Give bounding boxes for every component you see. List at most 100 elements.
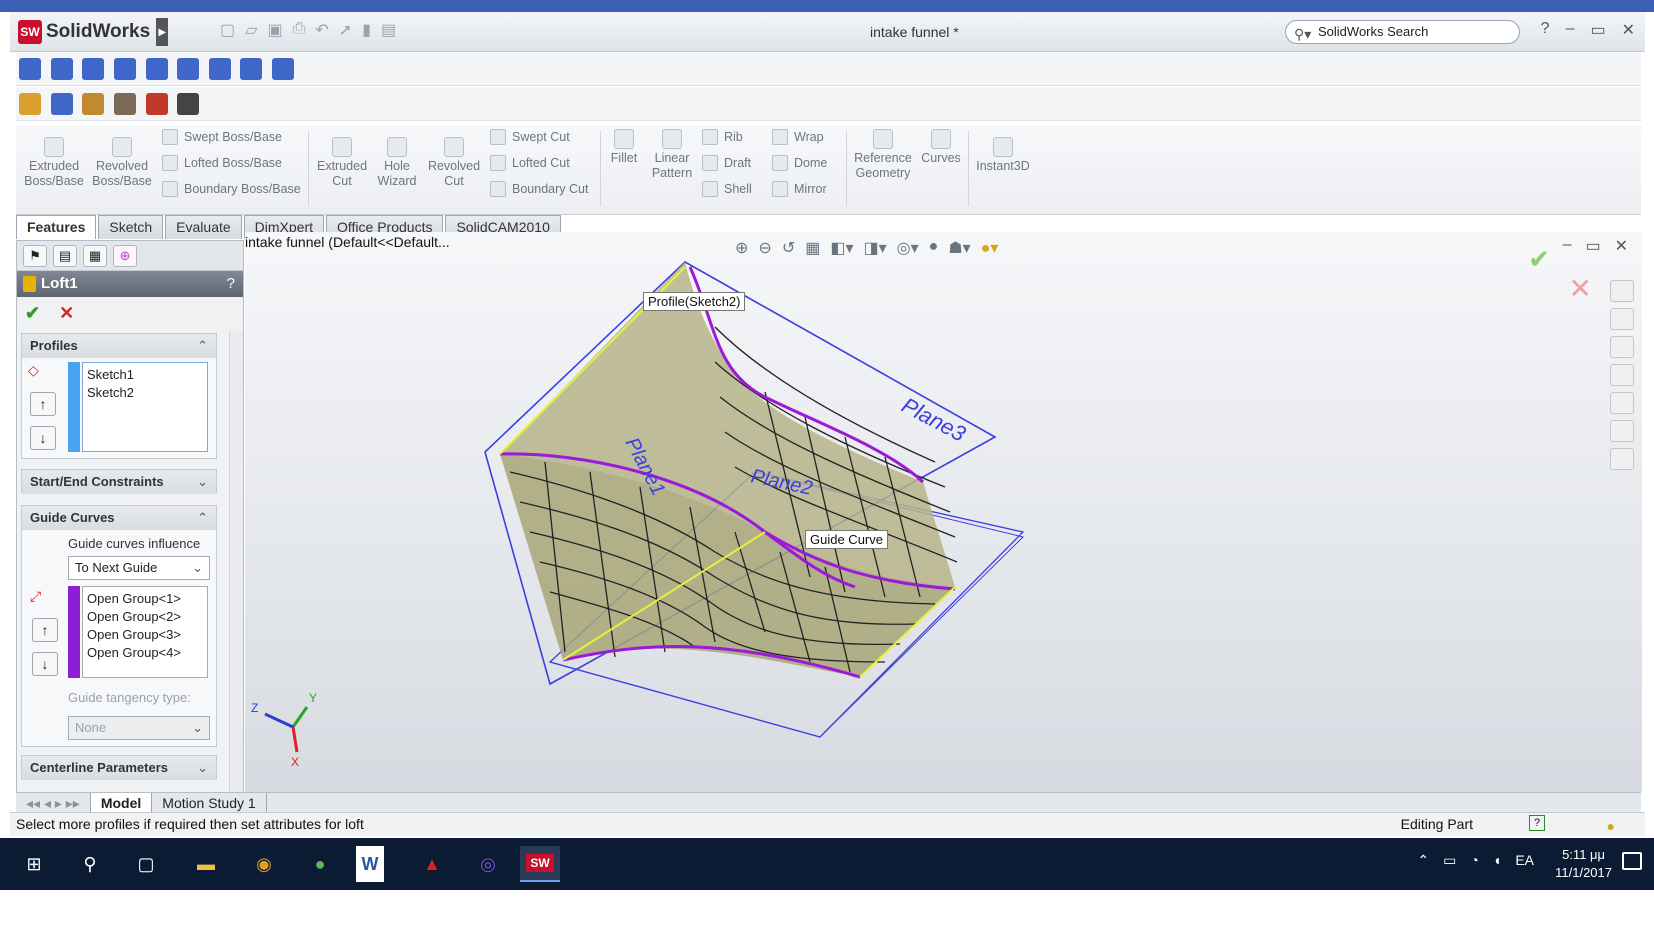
solidworks-resources-icon[interactable]: [1610, 280, 1634, 302]
undo-icon[interactable]: ↶: [315, 20, 328, 40]
move-up-button[interactable]: ↑: [30, 392, 56, 416]
pane-scrollbar[interactable]: [229, 331, 243, 829]
search-input[interactable]: ⚲▾ SolidWorks Search: [1285, 20, 1520, 44]
view-back-icon[interactable]: [50, 58, 73, 80]
status-help-icon[interactable]: ?: [1529, 815, 1545, 831]
revolved-boss-button[interactable]: Revolved Boss/Base: [91, 137, 153, 189]
cancel-button[interactable]: ✕: [59, 303, 74, 323]
help-icon[interactable]: ?: [1541, 20, 1550, 40]
graphics-area[interactable]: intake funnel (Default<<Default... ⊕ ⊖ ↺…: [245, 232, 1642, 792]
list-item[interactable]: Open Group<2>: [87, 608, 203, 626]
language-indicator[interactable]: EA: [1515, 852, 1534, 869]
tool-2-icon[interactable]: [50, 93, 73, 115]
chrome-icon[interactable]: ◉: [244, 846, 284, 882]
view-trimetric-icon[interactable]: [240, 58, 263, 80]
guide-curves-header[interactable]: Guide Curves ⌃: [22, 506, 216, 530]
list-item[interactable]: Sketch2: [87, 384, 203, 402]
property-manager-icon[interactable]: ▤: [53, 245, 77, 267]
feature-manager-icon[interactable]: ⚑: [23, 245, 47, 267]
confirm-ok-icon[interactable]: ✔: [1528, 244, 1550, 275]
search-icon[interactable]: ⚲: [70, 846, 110, 882]
swept-boss-button[interactable]: Swept Boss/Base: [162, 129, 282, 145]
revolved-cut-button[interactable]: Revolved Cut: [424, 137, 484, 189]
config-manager-icon[interactable]: ▦: [83, 245, 107, 267]
search-results-icon[interactable]: [1610, 364, 1634, 386]
model-view[interactable]: Plane3 Plane2 Plane1 Y Z X: [245, 232, 1642, 792]
tool-1-icon[interactable]: [19, 93, 41, 115]
list-item[interactable]: Open Group<1>: [87, 590, 203, 608]
expand-icon[interactable]: ⌄: [197, 470, 208, 494]
maximize-icon[interactable]: ▭: [1590, 20, 1605, 40]
view-bottom-icon[interactable]: [177, 58, 200, 80]
status-rebuild-icon[interactable]: ●: [1607, 815, 1615, 837]
tab-evaluate[interactable]: Evaluate: [165, 215, 242, 239]
solidworks-logo[interactable]: SW SolidWorks ▶: [18, 18, 169, 46]
ok-button[interactable]: ✔: [25, 303, 40, 323]
tab-model[interactable]: Model: [90, 792, 153, 813]
new-icon[interactable]: ▢: [220, 20, 235, 40]
start-button[interactable]: ⊞: [14, 846, 54, 882]
open-icon[interactable]: ▱: [245, 20, 257, 40]
word-icon[interactable]: W: [356, 846, 384, 882]
linear-pattern-button[interactable]: Linear Pattern: [646, 129, 698, 181]
guide-influence-select[interactable]: To Next Guide ⌄: [68, 556, 210, 580]
instant3d-button[interactable]: Instant3D: [972, 137, 1034, 174]
print-icon[interactable]: ⎙: [293, 20, 306, 40]
reference-geometry-button[interactable]: Reference Geometry: [850, 129, 916, 181]
profile-callout[interactable]: Profile(Sketch2): [643, 292, 746, 311]
design-library-icon[interactable]: [1610, 308, 1634, 330]
mirror-button[interactable]: Mirror: [772, 181, 827, 197]
tray-chevron-icon[interactable]: ⌃: [1417, 852, 1429, 869]
extruded-cut-button[interactable]: Extruded Cut: [312, 137, 372, 189]
boundary-boss-button[interactable]: Boundary Boss/Base: [162, 181, 301, 197]
guide-move-down-button[interactable]: ↓: [32, 652, 58, 676]
view-right-icon[interactable]: [113, 58, 136, 80]
wifi-icon[interactable]: ◔: [1470, 852, 1478, 869]
file-explorer-icon[interactable]: [1610, 336, 1634, 358]
rib-button[interactable]: Rib: [702, 129, 743, 145]
confirm-cancel-icon[interactable]: ✕: [1569, 272, 1592, 305]
guide-curves-list[interactable]: Open Group<1> Open Group<2> Open Group<3…: [82, 586, 208, 678]
viber-icon[interactable]: ◎: [468, 846, 508, 882]
view-top-icon[interactable]: [145, 58, 168, 80]
rebuild-icon[interactable]: ▮: [362, 20, 371, 40]
expand-icon[interactable]: ⌄: [197, 756, 208, 780]
guide-curve-callout[interactable]: Guide Curve: [805, 530, 888, 549]
profiles-list[interactable]: Sketch1 Sketch2: [82, 362, 208, 452]
extruded-boss-button[interactable]: Extruded Boss/Base: [24, 137, 84, 189]
tool-6-icon[interactable]: [177, 93, 200, 115]
file-explorer-icon[interactable]: ▬: [186, 846, 226, 882]
tangency-select[interactable]: None ⌄: [68, 716, 210, 740]
wrap-button[interactable]: Wrap: [772, 129, 824, 145]
centerline-header[interactable]: Centerline Parameters ⌄: [22, 756, 216, 780]
list-item[interactable]: Open Group<4>: [87, 644, 203, 662]
list-item[interactable]: Sketch1: [87, 366, 203, 384]
view-dimetric-icon[interactable]: [272, 58, 294, 80]
tab-features[interactable]: Features: [16, 215, 97, 239]
curves-button[interactable]: Curves: [918, 129, 964, 166]
guide-move-up-button[interactable]: ↑: [32, 618, 58, 642]
view-front-icon[interactable]: [19, 58, 41, 80]
acrobat-icon[interactable]: ▲: [412, 846, 452, 882]
dome-button[interactable]: Dome: [772, 155, 827, 171]
shell-button[interactable]: Shell: [702, 181, 752, 197]
view-left-icon[interactable]: [82, 58, 105, 80]
battery-icon[interactable]: ▭: [1443, 852, 1456, 869]
select-icon[interactable]: ➚: [339, 20, 352, 40]
profiles-header[interactable]: Profiles ⌃: [22, 334, 216, 358]
start-end-header[interactable]: Start/End Constraints ⌄: [22, 470, 216, 494]
custom-properties-icon[interactable]: [1610, 448, 1634, 470]
solidworks-taskbar-icon[interactable]: SW: [520, 846, 560, 882]
task-view-icon[interactable]: ▢: [126, 846, 166, 882]
help-button[interactable]: ?: [227, 271, 235, 297]
hole-wizard-button[interactable]: Hole Wizard: [372, 137, 422, 189]
notification-icon[interactable]: [1622, 852, 1642, 870]
swept-cut-button[interactable]: Swept Cut: [490, 129, 570, 145]
minimize-icon[interactable]: –: [1566, 20, 1575, 40]
tab-motion-study[interactable]: Motion Study 1: [152, 792, 267, 813]
draft-button[interactable]: Draft: [702, 155, 751, 171]
appearances-icon[interactable]: [1610, 420, 1634, 442]
tool-4-icon[interactable]: [113, 93, 136, 115]
move-down-button[interactable]: ↓: [30, 426, 56, 450]
options-icon[interactable]: ▤: [381, 20, 396, 40]
